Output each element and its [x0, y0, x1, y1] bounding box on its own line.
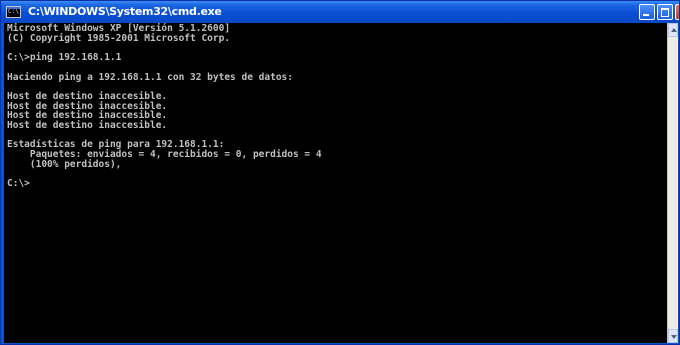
close-button[interactable]: ×	[675, 4, 679, 20]
console-line: (C) Copyright 1985-2001 Microsoft Corp.	[7, 32, 231, 44]
title-bar[interactable]: C:\ C:\WINDOWS\System32\cmd.exe ×	[1, 1, 679, 23]
minimize-button[interactable]	[639, 4, 655, 20]
console-line: (100% perdidos),	[7, 158, 122, 170]
console-line: Host de destino inaccesible.	[7, 120, 168, 132]
console-line: C:\>ping 192.168.1.1	[7, 52, 122, 64]
console-text: Microsoft Windows XP [Versión 5.1.2600] …	[7, 24, 322, 189]
cmd-window: C:\ C:\WINDOWS\System32\cmd.exe × Micros…	[0, 0, 680, 345]
maximize-button[interactable]	[657, 4, 673, 20]
console-prompt: C:\>	[7, 178, 30, 190]
scroll-down-button[interactable]	[668, 329, 678, 343]
scroll-up-button[interactable]	[668, 23, 678, 37]
console-output[interactable]: Microsoft Windows XP [Versión 5.1.2600] …	[4, 23, 667, 343]
window-title: C:\WINDOWS\System32\cmd.exe	[28, 5, 222, 18]
console-window-icon[interactable]: C:\	[6, 6, 21, 18]
vertical-scrollbar[interactable]	[667, 23, 678, 343]
console-line: Haciendo ping a 192.168.1.1 con 32 bytes…	[7, 71, 293, 83]
